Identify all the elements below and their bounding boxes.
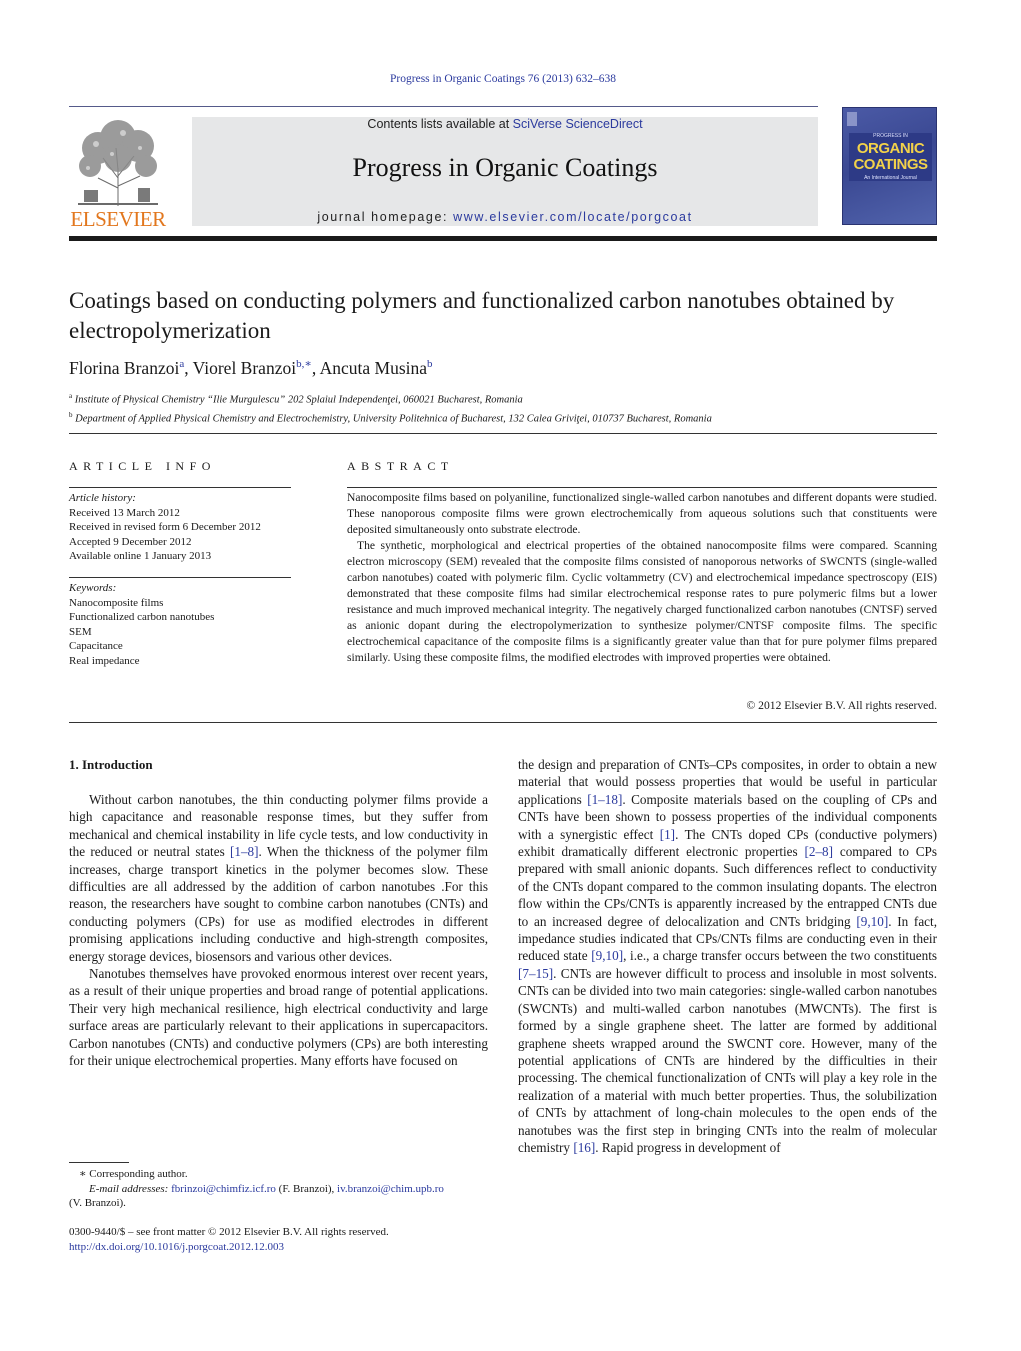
author-separator: , <box>184 357 193 378</box>
affiliation-text: Department of Applied Physical Chemistry… <box>75 413 712 424</box>
keyword: Real impedance <box>69 654 140 667</box>
keywords: Keywords: Nanocomposite films Functional… <box>69 581 214 668</box>
body-column-right: the design and preparation of CNTs–CPs c… <box>518 756 937 1156</box>
journal-title: Progress in Organic Coatings <box>352 153 658 182</box>
history-item: Received 13 March 2012 <box>69 506 180 519</box>
citation-link[interactable]: [7–15] <box>518 966 553 981</box>
elsevier-wordmark: ELSEVIER <box>70 207 166 231</box>
body-paragraph: Nanotubes themselves have provoked enorm… <box>69 965 488 1069</box>
corresponding-author-note: ∗ Corresponding author. <box>79 1168 188 1180</box>
doi-link[interactable]: http://dx.doi.org/10.1016/j.porgcoat.201… <box>69 1241 284 1253</box>
divider <box>69 487 291 488</box>
abstract-copyright: © 2012 Elsevier B.V. All rights reserved… <box>746 699 937 712</box>
history-item: Accepted 9 December 2012 <box>69 535 192 548</box>
email-owner: (F. Branzoi), <box>275 1182 338 1195</box>
author-affiliation-mark[interactable]: b,∗ <box>296 358 312 370</box>
divider <box>347 487 937 488</box>
cover-title-line1: ORGANIC <box>856 140 925 157</box>
body-text: , i.e., a charge transfer occurs between… <box>623 948 937 964</box>
affiliation: b Department of Applied Physical Chemist… <box>69 408 712 427</box>
header-divider <box>69 106 818 107</box>
contents-prefix: Contents lists available at <box>367 117 513 131</box>
contents-line: Contents lists available at SciVerse Sci… <box>192 117 818 131</box>
affiliation: a Institute of Physical Chemistry “Ilie … <box>69 389 712 408</box>
history-item: Received in revised form 6 December 2012 <box>69 521 261 533</box>
divider <box>69 433 937 434</box>
abstract-paragraph: The synthetic, morphological and electri… <box>347 539 937 664</box>
sciencedirect-link[interactable]: SciVerse ScienceDirect <box>513 117 643 131</box>
author: Viorel Branzoib,∗, <box>193 358 320 378</box>
body-text: . Rapid progress in development of <box>595 1139 781 1155</box>
author-name: Ancuta Musina <box>319 357 428 378</box>
affiliation-mark: b <box>69 410 73 419</box>
divider <box>69 577 291 578</box>
cover-publisher-icon <box>847 112 857 126</box>
citation-link[interactable]: [9,10] <box>856 914 888 929</box>
citation-link[interactable]: [1] <box>660 827 675 842</box>
body-paragraph: the design and preparation of CNTs–CPs c… <box>518 756 937 1156</box>
author-separator: , <box>311 357 320 378</box>
journal-citation-link[interactable]: Progress in Organic Coatings 76 (2013) 6… <box>0 73 1006 85</box>
author-affiliation-mark[interactable]: b <box>427 358 433 370</box>
citation-link[interactable]: [2–8] <box>804 844 833 859</box>
body-text: . CNTs are however difficult to process … <box>518 965 937 1155</box>
footnote-divider <box>69 1162 129 1163</box>
history-item: Available online 1 January 2013 <box>69 550 212 562</box>
cover-small-line: PROGRESS IN <box>873 133 908 139</box>
issn-line: 0300-9440/$ – see front matter © 2012 El… <box>69 1226 389 1238</box>
author-name: Viorel Branzoi <box>192 357 297 378</box>
abstract-text: Nanocomposite films based on polyaniline… <box>347 490 937 666</box>
keyword: SEM <box>69 625 92 638</box>
keyword: Nanocomposite films <box>69 596 164 609</box>
affiliation-mark: a <box>69 392 73 400</box>
email-link[interactable]: iv.branzoi@chim.upb.ro <box>337 1183 444 1195</box>
author: Florina Branzoia, <box>69 358 193 378</box>
elsevier-tree-icon <box>78 120 158 206</box>
citation-link[interactable]: [1–18] <box>587 792 622 807</box>
author-name: Florina Branzoi <box>69 357 180 378</box>
cover-title-line2: COATINGS <box>853 156 928 173</box>
article-history-label: Article history: <box>69 492 136 504</box>
citation-link[interactable]: [1–8] <box>230 844 259 859</box>
citation-link[interactable]: [16] <box>573 1140 595 1155</box>
journal-cover-image: PROGRESS IN ORGANIC COATINGS An Internat… <box>842 107 937 225</box>
elsevier-logo: ELSEVIER <box>68 118 168 231</box>
author: Ancuta Musinab <box>320 358 433 378</box>
article-title: Coatings based on conducting polymers an… <box>69 288 895 343</box>
cover-subtitle: An International Journal <box>864 175 917 181</box>
affiliation-text: Institute of Physical Chemistry “Ilie Mu… <box>74 394 523 406</box>
front-matter: 0300-9440/$ – see front matter © 2012 El… <box>69 1225 389 1255</box>
keyword: Functionalized carbon nanotubes <box>69 611 215 623</box>
abstract-paragraph: Nanocomposite films based on polyaniline… <box>347 491 937 536</box>
body-column-left: Without carbon nanotubes, the thin condu… <box>69 791 488 1070</box>
homepage-prefix: journal homepage: <box>317 210 454 224</box>
author-list: Florina Branzoia, Viorel Branzoib,∗, Anc… <box>69 357 433 379</box>
citation-link[interactable]: [9,10] <box>591 948 623 963</box>
article-history: Article history: Received 13 March 2012 … <box>69 491 261 564</box>
email-link[interactable]: fbrinzoi@chimfiz.icf.ro <box>171 1183 276 1195</box>
abstract-heading: ABSTRACT <box>347 459 454 473</box>
journal-homepage-link[interactable]: www.elsevier.com/locate/porgcoat <box>453 210 692 224</box>
affiliations: a Institute of Physical Chemistry “Ilie … <box>69 389 712 426</box>
email-addresses: E-mail addresses: fbrinzoi@chimfiz.icf.r… <box>69 1182 488 1197</box>
footnotes: ∗ Corresponding author. E-mail addresses… <box>69 1167 488 1211</box>
keywords-label: Keywords: <box>69 582 117 594</box>
keyword: Capacitance <box>69 640 123 652</box>
body-text: . When the thickness of the polymer film… <box>69 844 488 964</box>
divider <box>69 722 937 723</box>
body-paragraph: Without carbon nanotubes, the thin condu… <box>69 791 488 965</box>
header-thick-divider <box>69 236 937 241</box>
article-info-heading: ARTICLE INFO <box>69 459 216 473</box>
journal-masthead: Contents lists available at SciVerse Sci… <box>192 117 818 226</box>
section-heading: 1. Introduction <box>69 757 153 772</box>
body-text: Nanotubes themselves have provoked enorm… <box>69 966 488 1069</box>
email-label: E-mail addresses: <box>89 1182 169 1195</box>
homepage-line: journal homepage: www.elsevier.com/locat… <box>192 210 818 224</box>
email-owner: (V. Branzoi). <box>69 1197 126 1209</box>
